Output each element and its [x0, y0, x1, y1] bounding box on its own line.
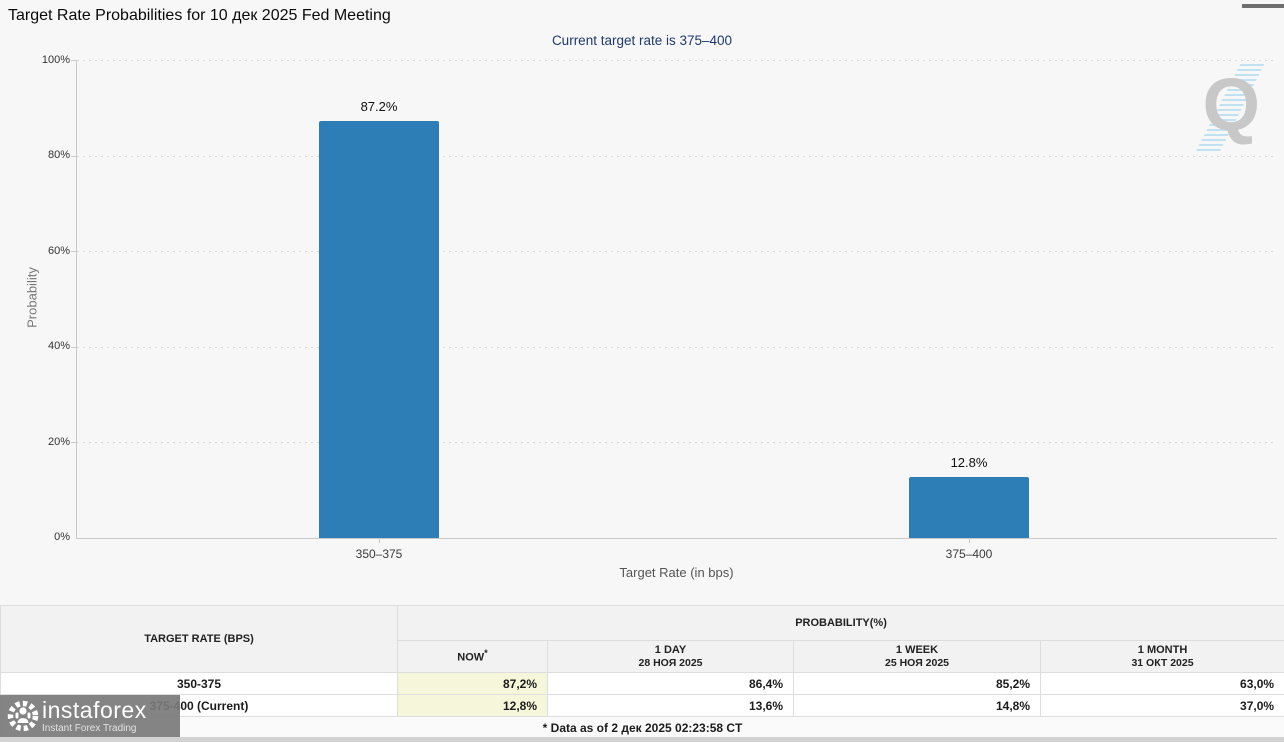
- week-cell: 14,8%: [794, 695, 1041, 717]
- instaforex-watermark: instaforex Instant Forex Trading: [0, 695, 180, 737]
- y-tick-0: 0%: [0, 531, 70, 543]
- x-category-350-375: 350–375: [279, 547, 479, 561]
- table-row: 375-400 (Current) 12,8% 13,6% 14,8% 37,0…: [1, 695, 1284, 717]
- y-tick-20: 20%: [0, 436, 70, 448]
- probability-table: TARGET RATE (BPS) PROBABILITY(%) NOW* 1 …: [0, 605, 1284, 739]
- col-header-1-week: 1 WEEK 25 НОЯ 2025: [794, 641, 1041, 673]
- page-title: Target Rate Probabilities for 10 дек 202…: [8, 7, 391, 25]
- month-cell: 37,0%: [1041, 695, 1284, 717]
- gridline: [77, 60, 1277, 61]
- week-cell: 85,2%: [794, 673, 1041, 695]
- instaforex-name: instaforex: [42, 699, 147, 722]
- instaforex-logo-icon: [4, 698, 42, 734]
- bar-375-400[interactable]: [909, 477, 1029, 538]
- x-axis-label: Target Rate (in bps): [76, 565, 1277, 580]
- col-header-target-rate: TARGET RATE (BPS): [1, 606, 398, 673]
- bottom-edge-strip: [0, 737, 1284, 742]
- chart-subtitle: Current target rate is 375–400: [0, 33, 1284, 48]
- y-tick-60: 60%: [0, 245, 70, 257]
- y-axis-label: Probability: [25, 258, 40, 338]
- col-header-1-day: 1 DAY 28 НОЯ 2025: [548, 641, 794, 673]
- bar-350-375[interactable]: [319, 121, 439, 538]
- x-axis-line: [76, 538, 1277, 539]
- month-cell: 63,0%: [1041, 673, 1284, 695]
- chart-plot-area: 87.2% 12.8% 350–375 375–400 Target Rate …: [76, 60, 1277, 538]
- col-header-1-month: 1 MONTH 31 ОКТ 2025: [1041, 641, 1284, 673]
- y-tick-100: 100%: [0, 54, 70, 66]
- fedwatch-tool-page: Target Rate Probabilities for 10 дек 202…: [0, 0, 1284, 742]
- now-cell: 87,2%: [398, 673, 548, 695]
- day-cell: 86,4%: [548, 673, 794, 695]
- y-tick-80: 80%: [0, 149, 70, 161]
- bar-value-label: 87.2%: [279, 99, 479, 114]
- rate-cell: 350-375: [1, 673, 398, 695]
- col-header-probability: PROBABILITY(%): [398, 606, 1284, 641]
- x-category-375-400: 375–400: [869, 547, 1069, 561]
- table-row: 350-375 87,2% 86,4% 85,2% 63,0%: [1, 673, 1284, 695]
- gridline: [77, 251, 1277, 252]
- data-footnote: * Data as of 2 дек 2025 02:23:58 CT: [1, 717, 1284, 739]
- day-cell: 13,6%: [548, 695, 794, 717]
- quikstrike-logo-icon: Q: [1192, 60, 1262, 155]
- now-cell: 12,8%: [398, 695, 548, 717]
- instaforex-tagline: Instant Forex Trading: [42, 724, 147, 734]
- y-tick-40: 40%: [0, 340, 70, 352]
- gridline: [77, 442, 1277, 443]
- y-axis-line: [76, 60, 77, 538]
- col-header-now: NOW*: [398, 641, 548, 673]
- bar-value-label: 12.8%: [869, 455, 1069, 470]
- gridline: [77, 156, 1277, 157]
- gridline: [77, 347, 1277, 348]
